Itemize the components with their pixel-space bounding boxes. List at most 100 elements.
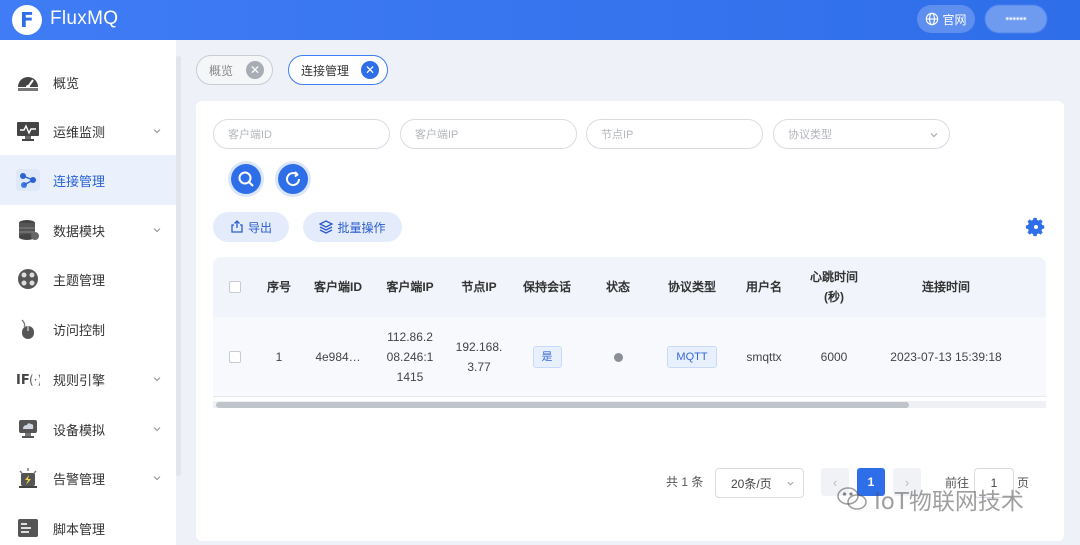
gauge-icon (18, 77, 38, 91)
sidebar-item-alarms[interactable]: 告警管理 (0, 453, 176, 503)
column-header-heartbeat[interactable]: 心跳时间 (秒) (799, 257, 869, 317)
cell-client-ip: 112.86.2 08.246:1 1415 (375, 317, 445, 397)
column-header-status[interactable]: 状态 (593, 257, 643, 317)
select-all-cell[interactable] (223, 257, 247, 317)
app-logo[interactable]: F (12, 5, 42, 35)
sidebar-item-data-module[interactable]: 数据模块 (0, 205, 176, 255)
table-row[interactable]: 1 4e984… 112.86.2 08.246:1 1415 192.168.… (213, 317, 1046, 397)
top-bar: F FluxMQ 官网 •••••• (0, 0, 1080, 40)
heartbeat-header-line1: 心跳时间 (809, 270, 858, 284)
cell-index: 1 (275, 350, 283, 364)
heartbeat-header-line2: (秒) (824, 290, 844, 304)
tab-label: 连接管理 (301, 63, 350, 78)
sidebar-item-topics[interactable]: 主题管理 (0, 254, 176, 304)
refresh-icon (286, 171, 301, 187)
node-ip-line: 3.77 (467, 360, 491, 374)
page-suffix: 页 (1017, 476, 1030, 490)
next-page-button[interactable]: › (893, 468, 921, 496)
row-checkbox[interactable] (229, 351, 241, 363)
client-id-input[interactable]: 客户端ID (213, 119, 390, 149)
protocol-select[interactable]: 协议类型 (773, 119, 950, 149)
rule-engine-icon: IF(·) (16, 373, 40, 388)
current-page-button[interactable]: 1 (857, 468, 885, 496)
chevron-left-icon: ‹ (832, 474, 838, 490)
column-header-connect-time[interactable]: 连接时间 (873, 257, 1019, 317)
column-header-protocol[interactable]: 协议类型 (651, 257, 733, 317)
node-ip-line: 192.168. (455, 340, 503, 354)
page-size-value: 20条/页 (731, 476, 772, 491)
cell-node-ip: 192.168. 3.77 (449, 317, 509, 397)
chevron-right-icon: › (904, 474, 910, 490)
search-button[interactable] (231, 164, 261, 194)
batch-operation-label: 批量操作 (337, 220, 386, 235)
table-scrollbar-thumb[interactable] (216, 402, 909, 408)
cell-connect-time: 2023-07-13 15:39:18 (890, 350, 1002, 364)
goto-page-input[interactable]: 1 (974, 468, 1014, 498)
prev-page-button[interactable]: ‹ (821, 468, 849, 496)
cell-protocol: MQTT (651, 317, 733, 397)
sidebar-item-ops-monitor[interactable]: 运维监测 (0, 106, 176, 156)
column-header-keep-session[interactable]: 保持会话 (513, 257, 581, 317)
svg-text:IF: IF (16, 373, 30, 388)
sidebar-item-label: 设备模拟 (53, 422, 106, 438)
cell-client-id: 4e984… (315, 350, 361, 364)
sidebar-item-label: 连接管理 (53, 173, 106, 189)
batch-operation-button[interactable]: 批量操作 (303, 212, 402, 242)
cell-keep-session: 是 (513, 317, 581, 397)
database-icon (19, 220, 39, 240)
alarm-icon (19, 468, 37, 488)
tab-label: 概览 (209, 63, 234, 78)
column-header-username[interactable]: 用户名 (733, 257, 795, 317)
official-site-button[interactable]: 官网 (917, 5, 975, 33)
sidebar-item-label: 概览 (53, 75, 80, 91)
row-select-cell[interactable] (223, 317, 247, 397)
column-header-client-ip[interactable]: 客户端IP (375, 257, 445, 317)
column-header-client-id[interactable]: 客户端ID (305, 257, 371, 317)
select-all-checkbox[interactable] (229, 281, 241, 293)
column-header-node-ip[interactable]: 节点IP (449, 257, 509, 317)
layers-icon (319, 220, 334, 234)
user-menu[interactable]: •••••• (985, 5, 1047, 33)
sidebar-item-rule-engine[interactable]: IF(·) 规则引擎 (0, 354, 176, 404)
export-label: 导出 (247, 220, 272, 235)
sidebar-item-label: 告警管理 (53, 471, 106, 487)
gear-icon[interactable] (1025, 216, 1047, 238)
protocol-select-placeholder: 协议类型 (788, 129, 832, 141)
globe-icon (926, 12, 939, 26)
sidebar-item-label: 访问控制 (53, 322, 106, 338)
device-icon (19, 420, 37, 438)
sidebar-item-access-control[interactable]: 访问控制 (0, 304, 176, 354)
client-ip-input[interactable]: 客户端IP (400, 119, 577, 149)
tab-overview[interactable]: 概览 ✕ (196, 55, 273, 85)
sidebar: 概览 运维监测 连接管理 数据模块 主题管理 访问控制 IF(·) 规则引擎 设… (0, 40, 176, 545)
sidebar-item-label: 脚本管理 (53, 521, 106, 537)
close-icon[interactable]: ✕ (246, 61, 264, 79)
svg-text:(·): (·) (29, 373, 40, 387)
sidebar-item-overview[interactable]: 概览 (0, 57, 176, 107)
sidebar-item-connections[interactable]: 连接管理 (0, 155, 176, 205)
page-size-select[interactable]: 20条/页 (715, 468, 804, 498)
script-icon (18, 519, 38, 537)
column-header-index[interactable]: 序号 (257, 257, 301, 317)
sidebar-item-device-sim[interactable]: 设备模拟 (0, 404, 176, 454)
sidebar-scrollbar[interactable] (176, 56, 181, 476)
chevron-down-icon (153, 228, 161, 233)
topic-icon (18, 269, 38, 289)
sidebar-item-scripts[interactable]: 脚本管理 (0, 503, 176, 545)
goto-label: 前往 (945, 476, 970, 490)
sidebar-item-label: 主题管理 (53, 272, 106, 288)
chevron-down-icon (153, 476, 161, 481)
cell-heartbeat: 6000 (820, 350, 848, 364)
chevron-down-icon (930, 133, 938, 138)
node-ip-input[interactable]: 节点IP (586, 119, 763, 149)
monitor-icon (17, 122, 39, 141)
sidebar-item-label: 运维监测 (53, 124, 106, 140)
tab-connections[interactable]: 连接管理 ✕ (288, 55, 388, 85)
cell-status (593, 317, 643, 397)
sidebar-item-label: 数据模块 (53, 223, 106, 239)
export-button[interactable]: 导出 (213, 212, 289, 242)
refresh-button[interactable] (278, 164, 308, 194)
mouse-icon (21, 319, 34, 339)
chevron-down-icon (153, 129, 161, 134)
close-icon[interactable]: ✕ (361, 61, 379, 79)
